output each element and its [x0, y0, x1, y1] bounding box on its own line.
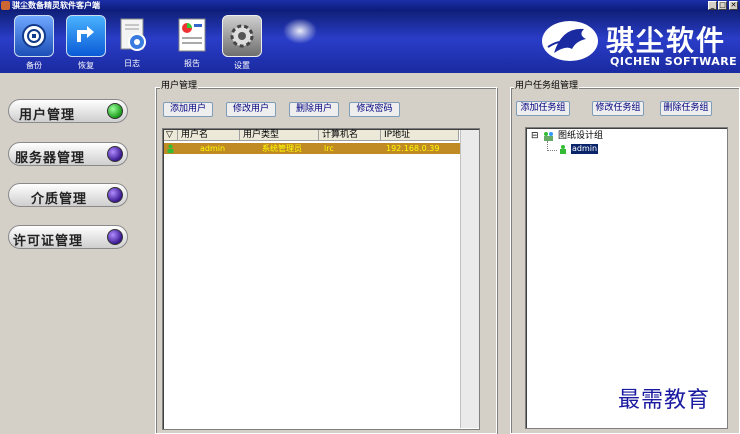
tree-child-admin[interactable]: admin — [571, 144, 599, 154]
user-list[interactable]: ▽ 用户名 用户类型 计算机名 IP地址 admin 系统管理员 lrc 192… — [162, 128, 480, 430]
add-task-group-button[interactable]: 添加任务组 — [516, 101, 570, 116]
log-icon — [113, 15, 151, 55]
delete-user-button[interactable]: 删除用户 — [289, 102, 339, 117]
change-password-button[interactable]: 修改密码 — [349, 102, 400, 117]
cell-user-type: 系统管理员 — [262, 144, 302, 153]
add-user-button[interactable]: 添加用户 — [163, 102, 213, 117]
backup-button[interactable]: 备份 — [12, 15, 56, 71]
nav-server-management[interactable]: 服务器管理 — [8, 142, 128, 166]
app-icon — [1, 1, 10, 10]
column-header-username[interactable]: 用户名 — [178, 130, 240, 141]
close-button[interactable]: ✕ — [729, 1, 738, 10]
settings-button[interactable]: 设置 — [220, 15, 264, 71]
tree-root-label[interactable]: 图纸设计组 — [558, 131, 603, 141]
vertical-scrollbar[interactable] — [460, 130, 479, 428]
report-icon — [173, 15, 211, 55]
light-flare — [280, 16, 320, 46]
status-indicator-icon — [107, 187, 123, 203]
edit-user-button[interactable]: 修改用户 — [226, 102, 276, 117]
table-row[interactable]: admin 系统管理员 lrc 192.168.0.39 — [164, 143, 460, 154]
user-management-title: 用户管理 — [160, 81, 199, 91]
log-button[interactable]: 日志 — [110, 15, 154, 71]
group-icon — [543, 131, 554, 141]
tree-expander-icon[interactable]: ⊟ — [531, 131, 539, 141]
edit-task-group-button[interactable]: 修改任务组 — [592, 101, 644, 116]
sort-arrow-icon[interactable]: ▽ — [164, 130, 178, 141]
nav-user-management[interactable]: 用户管理 — [8, 99, 128, 123]
restore-icon — [66, 15, 106, 57]
user-icon — [166, 144, 175, 153]
restore-button[interactable]: 恢复 — [64, 15, 108, 71]
cell-computer: lrc — [324, 144, 334, 153]
status-indicator-icon — [107, 103, 123, 119]
nav-license-management[interactable]: 许可证管理 — [8, 225, 128, 249]
window-title: 骐尘数备精灵软件客户端 — [12, 1, 100, 10]
nav-media-management[interactable]: 介质管理 — [8, 183, 128, 207]
task-group-management-title: 用户任务组管理 — [514, 81, 580, 91]
tree-connector — [547, 150, 557, 152]
status-indicator-icon — [107, 146, 123, 162]
delete-task-group-button[interactable]: 删除任务组 — [660, 101, 712, 116]
column-header-user-type[interactable]: 用户类型 — [240, 130, 319, 141]
status-indicator-icon — [107, 229, 123, 245]
user-icon — [558, 144, 568, 154]
brand-logo: 骐尘软件 QICHEN SOFTWARE — [540, 13, 740, 71]
brand-name-cn: 骐尘软件 — [606, 24, 727, 57]
minimize-button[interactable]: _ — [708, 1, 717, 10]
report-button[interactable]: 报告 — [170, 15, 214, 71]
watermark: 最需教育 — [618, 388, 711, 413]
cell-ip: 192.168.0.39 — [386, 144, 440, 153]
brand-name-en: QICHEN SOFTWARE — [610, 55, 738, 68]
backup-icon — [14, 15, 54, 57]
title-bar: 骐尘数备精灵软件客户端 _ □ ✕ — [0, 0, 740, 11]
toolbar-banner: 备份 恢复 日志 报告 设置 骐尘软件 QICHEN SOFTWARE — [0, 11, 740, 73]
maximize-button[interactable]: □ — [718, 1, 727, 10]
column-header-computer[interactable]: 计算机名 — [319, 130, 381, 141]
column-header-ip[interactable]: IP地址 — [381, 130, 459, 141]
cell-username: admin — [200, 144, 226, 153]
horse-emblem-icon — [540, 19, 600, 63]
gear-icon — [222, 15, 262, 57]
